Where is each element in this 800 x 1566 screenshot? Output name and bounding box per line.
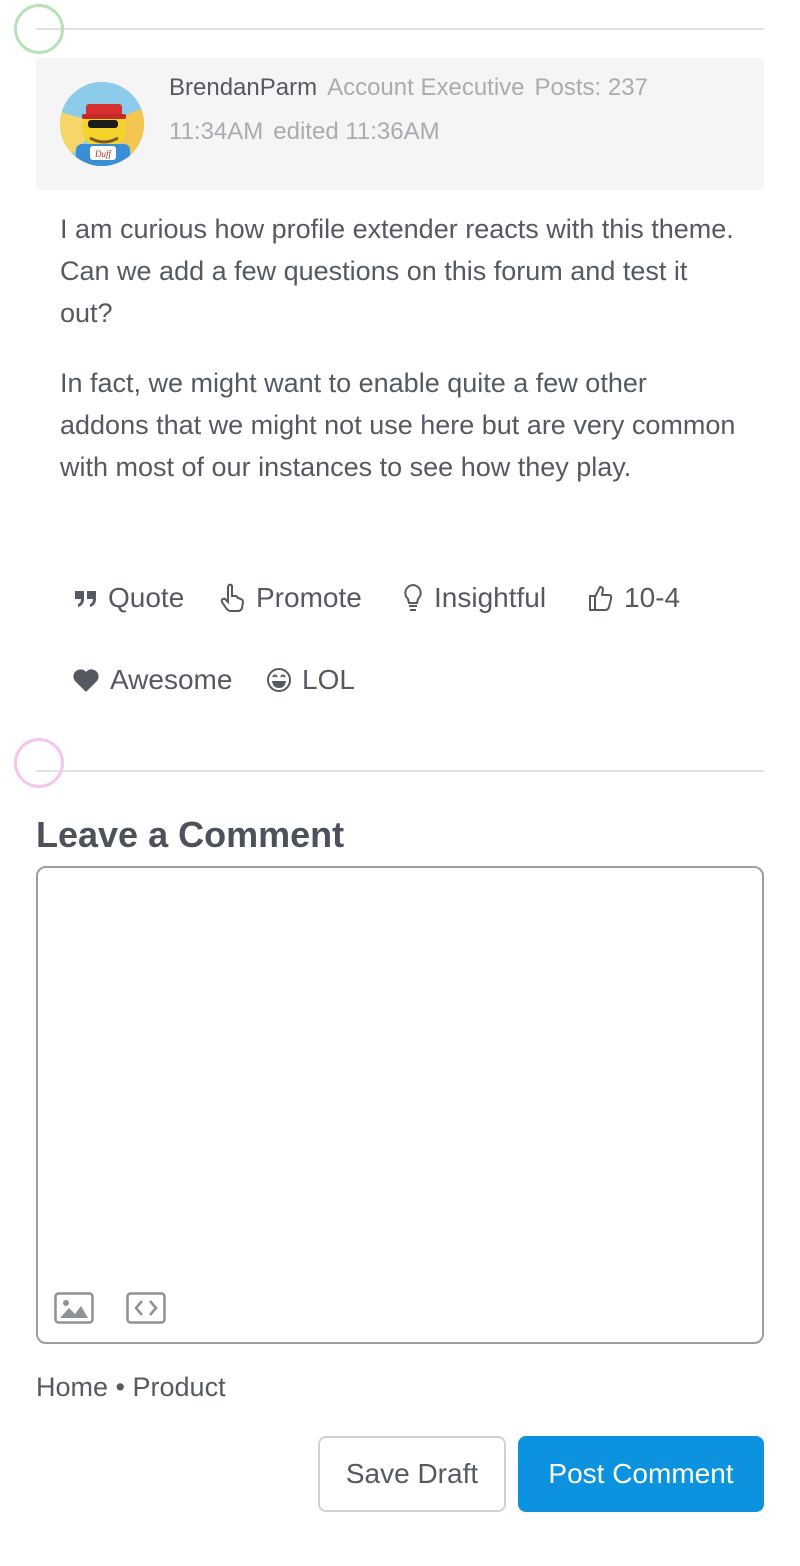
reaction-label: Quote (108, 582, 185, 613)
author-name[interactable]: BrendanParm (169, 74, 317, 101)
avatar-image: Duff (60, 82, 144, 166)
reaction-awesome[interactable]: Awesome (72, 664, 232, 696)
reaction-label: Awesome (110, 664, 233, 695)
post-comment-button[interactable]: Post Comment (518, 1436, 764, 1512)
comment-textarea[interactable] (50, 880, 754, 1274)
breadcrumb-separator: • (115, 1372, 125, 1402)
svg-text:Duff: Duff (94, 149, 113, 159)
heart-icon (73, 669, 99, 692)
reaction-label: Insightful (434, 582, 547, 613)
reaction-insightful[interactable]: Insightful (402, 582, 546, 614)
quote-icon (75, 591, 96, 607)
image-icon (54, 1292, 94, 1324)
reaction-promote[interactable]: Promote (220, 582, 362, 614)
edited-time: edited 11:36AM (273, 118, 440, 145)
pointing-hand-icon (220, 583, 245, 612)
avatar[interactable]: Duff (60, 82, 144, 166)
post-divider (36, 770, 764, 772)
breadcrumb: Home • Product (36, 1372, 226, 1403)
comment-editor (36, 866, 764, 1344)
breadcrumb-home[interactable]: Home (36, 1372, 108, 1402)
pink-circle-marker (14, 738, 64, 788)
comment-title: Leave a Comment (36, 814, 345, 855)
reaction-10-4[interactable]: 10-4 (588, 582, 680, 614)
author-line: BrendanParm Account Executive Posts: 237 (169, 74, 648, 102)
post-count: Posts: 237 (534, 74, 648, 101)
author-role: Account Executive (327, 74, 525, 101)
laughing-face-icon (267, 668, 291, 692)
reaction-label: LOL (302, 664, 355, 695)
breadcrumb-product[interactable]: Product (133, 1372, 226, 1402)
reaction-lol[interactable]: LOL (266, 664, 355, 696)
save-draft-button[interactable]: Save Draft (318, 1436, 506, 1512)
post-paragraph: In fact, we might want to enable quite a… (60, 368, 736, 482)
post-time[interactable]: 11:34AM (169, 118, 263, 145)
post-header: Duff BrendanParm Account Executive Posts: … (36, 58, 764, 190)
reaction-label: 10-4 (624, 582, 681, 613)
insert-code-button[interactable] (126, 1292, 166, 1324)
timestamp-line: 11:34AM edited 11:36AM (169, 118, 440, 146)
reaction-quote[interactable]: Quote (74, 582, 184, 614)
insert-image-button[interactable] (54, 1292, 94, 1324)
post-body: I am curious how profile extender reacts… (60, 208, 740, 516)
top-divider (36, 28, 764, 30)
post-paragraph: I am curious how profile extender reacts… (60, 214, 734, 328)
green-circle-marker (14, 4, 64, 54)
lightbulb-icon (404, 583, 422, 611)
code-icon (126, 1292, 166, 1324)
reaction-label: Promote (256, 582, 362, 613)
thumbs-up-icon (589, 586, 613, 611)
